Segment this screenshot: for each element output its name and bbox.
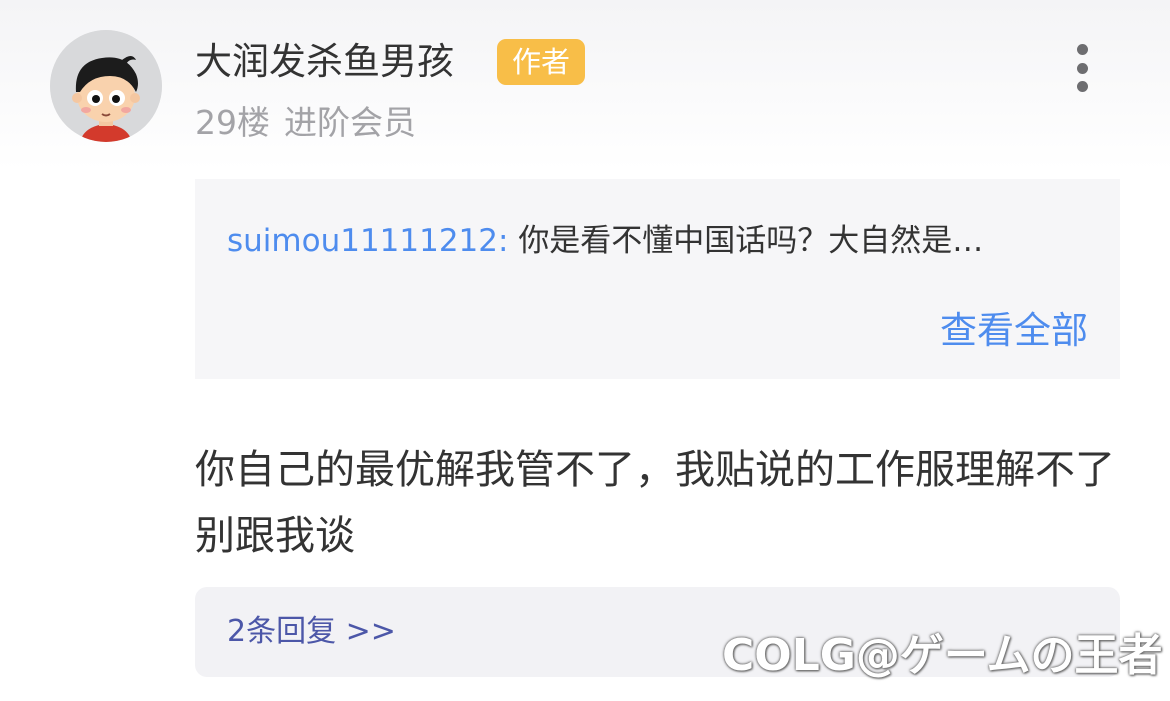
quoted-reply[interactable]: suimou11111212: 你是看不懂中国话吗？大自然是… 查看全部	[195, 179, 1120, 379]
sub-replies-link[interactable]: 2条回复 >>	[227, 611, 396, 653]
username[interactable]: 大润发杀鱼男孩	[195, 38, 454, 86]
watermark: COLG@ゲームの王者	[722, 630, 1163, 681]
post-meta: 29楼 进阶会员	[195, 101, 416, 145]
quoted-author[interactable]: suimou11111212:	[227, 223, 508, 259]
more-options-button[interactable]	[1066, 40, 1098, 96]
vertical-ellipsis-icon	[1076, 44, 1088, 55]
view-all-link[interactable]: 查看全部	[940, 307, 1088, 355]
quoted-text: 你是看不懂中国话吗？大自然是…	[518, 223, 984, 259]
floor-number: 29楼	[195, 103, 270, 142]
avatar[interactable]	[50, 30, 162, 142]
member-level: 进阶会员	[284, 103, 416, 142]
author-badge: 作者	[497, 39, 585, 85]
quoted-line: suimou11111212: 你是看不懂中国话吗？大自然是…	[227, 219, 1107, 263]
reply-content: 你自己的最优解我管不了，我贴说的工作服理解不了别跟我谈	[195, 447, 1115, 559]
header-background	[0, 0, 1170, 170]
cartoon-boy-avatar-icon	[50, 30, 162, 142]
